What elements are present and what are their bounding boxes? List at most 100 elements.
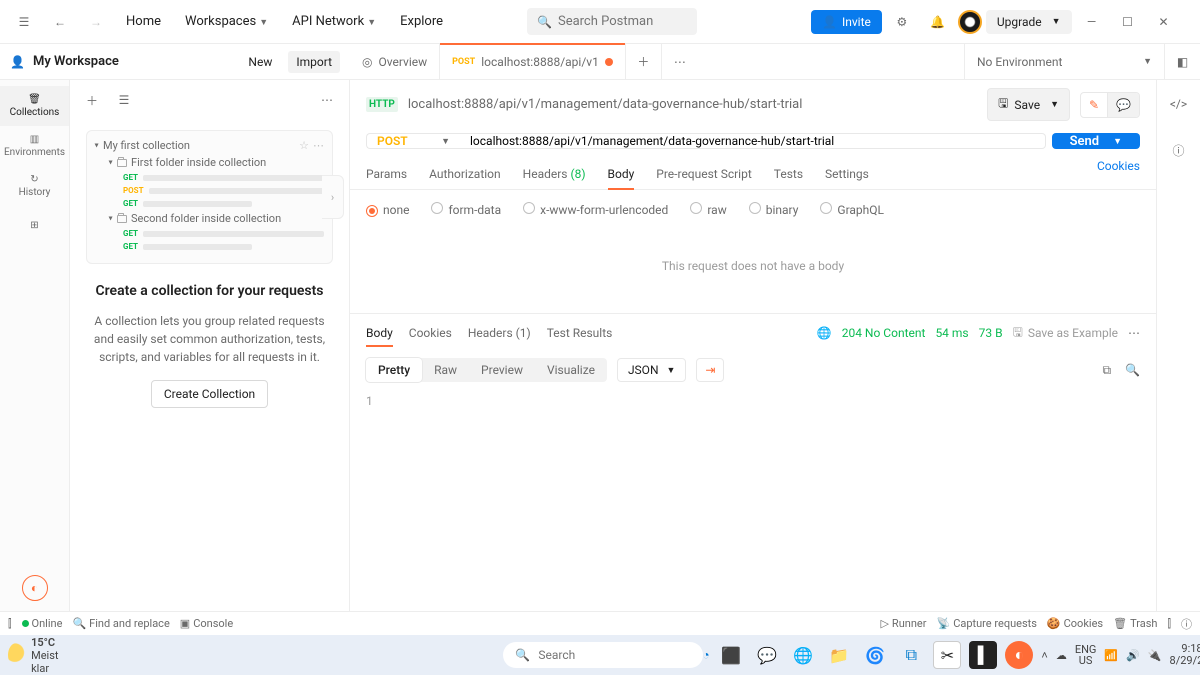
tray-chevron-icon[interactable]: ˄	[1041, 649, 1047, 662]
console-button[interactable]: ▣Console	[180, 617, 233, 630]
onedrive-icon[interactable]: ☁	[1056, 649, 1067, 662]
snip-icon[interactable]: ✂	[933, 641, 961, 669]
language-indicator[interactable]: ENGUS	[1075, 644, 1097, 666]
more-icon[interactable]: ⋯	[315, 88, 339, 112]
start-button[interactable]	[293, 641, 295, 669]
nav-home[interactable]: Home	[116, 8, 171, 35]
postman-icon[interactable]: ◐	[1005, 641, 1033, 669]
back-icon[interactable]: ←	[44, 6, 76, 38]
rail-history[interactable]: ↻History	[0, 166, 69, 206]
task-view-icon[interactable]: ⬛	[717, 641, 745, 669]
folder-name[interactable]: Second folder inside collection	[131, 212, 324, 225]
resp-tab-headers[interactable]: Headers (1)	[468, 320, 531, 346]
globe-icon[interactable]: 🌐	[817, 326, 832, 340]
body-type-formdata[interactable]: form-data	[431, 202, 501, 217]
settings-icon[interactable]: ⚙	[886, 6, 918, 38]
view-pretty[interactable]: Pretty	[366, 358, 422, 382]
body-type-urlencoded[interactable]: x-www-form-urlencoded	[523, 202, 668, 217]
code-icon[interactable]: </>	[1165, 88, 1193, 120]
resp-tab-tests[interactable]: Test Results	[547, 320, 613, 346]
postman-logo-icon[interactable]: ◐	[22, 575, 48, 601]
more-icon[interactable]: ⋯	[1128, 326, 1140, 340]
resp-tab-cookies[interactable]: Cookies	[409, 320, 452, 346]
wrap-lines-icon[interactable]: ⇥	[696, 358, 724, 382]
import-button[interactable]: Import	[288, 51, 340, 73]
new-tab-button[interactable]: ＋	[626, 44, 662, 79]
response-body[interactable]: 1	[350, 388, 1156, 611]
vscode-icon[interactable]: ⧉	[897, 641, 925, 669]
rail-environments[interactable]: ▥Environments	[0, 126, 69, 166]
chevron-icon[interactable]: ▸	[93, 143, 102, 147]
filter-icon[interactable]: ☰	[112, 88, 136, 112]
edit-icon[interactable]: ✎	[1081, 93, 1107, 117]
workspace-name[interactable]: My Workspace	[33, 54, 232, 69]
collection-name[interactable]: My first collection	[103, 139, 295, 152]
window-minimize-icon[interactable]: —	[1076, 6, 1108, 38]
wifi-icon[interactable]: 📶	[1104, 649, 1118, 662]
menu-icon[interactable]: ☰	[8, 6, 40, 38]
window-maximize-icon[interactable]: ☐	[1112, 6, 1144, 38]
nav-explore[interactable]: Explore	[390, 8, 453, 35]
body-type-graphql[interactable]: GraphQL	[820, 202, 884, 217]
body-type-raw[interactable]: raw	[690, 202, 726, 217]
window-close-icon[interactable]: ✕	[1148, 6, 1180, 38]
info-icon[interactable]: ⓘ	[1165, 134, 1193, 166]
nav-api-network[interactable]: API Network▼	[282, 8, 386, 35]
explorer-icon[interactable]: 📁	[825, 641, 853, 669]
environment-quicklook-icon[interactable]: ◧	[1164, 44, 1200, 79]
method-select[interactable]: POST▼	[366, 133, 460, 149]
tab-settings[interactable]: Settings	[825, 159, 869, 189]
avatar[interactable]	[958, 10, 982, 34]
sidebar-toggle-icon[interactable]: ⫿	[8, 617, 12, 631]
body-type-binary[interactable]: binary	[749, 202, 799, 217]
nav-workspaces[interactable]: Workspaces▼	[175, 8, 278, 35]
terminal-icon[interactable]: ▌	[969, 641, 997, 669]
notifications-icon[interactable]: 🔔	[922, 6, 954, 38]
copy-icon[interactable]: ⧉	[1102, 363, 1111, 378]
view-visualize[interactable]: Visualize	[535, 358, 607, 382]
taskbar-search[interactable]: 🔍 ◔	[503, 642, 703, 668]
tab-tests[interactable]: Tests	[774, 159, 803, 189]
new-button[interactable]: New	[240, 51, 280, 73]
breadcrumb[interactable]: localhost:8888/api/v1/management/data-go…	[408, 97, 977, 112]
volume-icon[interactable]: 🔊	[1126, 649, 1140, 662]
tab-params[interactable]: Params	[366, 159, 407, 189]
send-button[interactable]: Send▼	[1052, 133, 1140, 149]
taskbar-search-input[interactable]	[538, 648, 694, 662]
url-input[interactable]	[460, 133, 1046, 149]
help-icon[interactable]: ⓘ	[1181, 616, 1192, 632]
tab-overview[interactable]: ◎ Overview	[350, 44, 440, 79]
comment-icon[interactable]: 💬	[1107, 93, 1139, 117]
tab-options-icon[interactable]: ⋯	[662, 44, 698, 79]
find-replace-button[interactable]: 🔍Find and replace	[72, 617, 169, 630]
environment-selector[interactable]: No Environment▼	[964, 44, 1164, 79]
trash-button[interactable]: 🗑Trash	[1113, 616, 1157, 632]
save-as-example-button[interactable]: 🖫Save as Example	[1013, 323, 1118, 344]
chrome-icon[interactable]: 🌐	[789, 641, 817, 669]
tab-headers[interactable]: Headers (8)	[523, 159, 586, 189]
resp-tab-body[interactable]: Body	[366, 320, 393, 346]
format-select[interactable]: JSON▼	[617, 358, 686, 382]
more-icon[interactable]: ⋯	[313, 139, 324, 152]
save-button[interactable]: 🖫Save▼	[987, 88, 1070, 121]
global-search[interactable]: 🔍	[527, 8, 697, 35]
edge-icon[interactable]: 🌀	[861, 641, 889, 669]
view-raw[interactable]: Raw	[422, 358, 469, 382]
two-pane-icon[interactable]: ⫿	[1167, 616, 1171, 632]
tab-request[interactable]: POST localhost:8888/api/v1	[440, 44, 626, 79]
cookies-link[interactable]: Cookies	[1097, 159, 1140, 189]
taskbar-clock[interactable]: 9:18 PM8/29/2023	[1170, 643, 1200, 667]
add-icon[interactable]: ＋	[80, 88, 104, 112]
forward-icon[interactable]: →	[80, 6, 112, 38]
battery-icon[interactable]: 🔌	[1148, 649, 1162, 662]
upgrade-button[interactable]: Upgrade▼	[986, 10, 1072, 34]
chevron-icon[interactable]: ▸	[107, 160, 116, 164]
tab-body[interactable]: Body	[608, 159, 635, 189]
rail-collections[interactable]: 🗑Collections	[0, 86, 69, 126]
capture-requests-button[interactable]: 📡Capture requests	[936, 616, 1036, 632]
create-collection-button[interactable]: Create Collection	[151, 380, 268, 408]
folder-name[interactable]: First folder inside collection	[131, 156, 324, 169]
chevron-icon[interactable]: ▸	[107, 216, 116, 220]
runner-button[interactable]: ▷Runner	[880, 616, 926, 632]
chat-icon[interactable]: 💬	[753, 641, 781, 669]
